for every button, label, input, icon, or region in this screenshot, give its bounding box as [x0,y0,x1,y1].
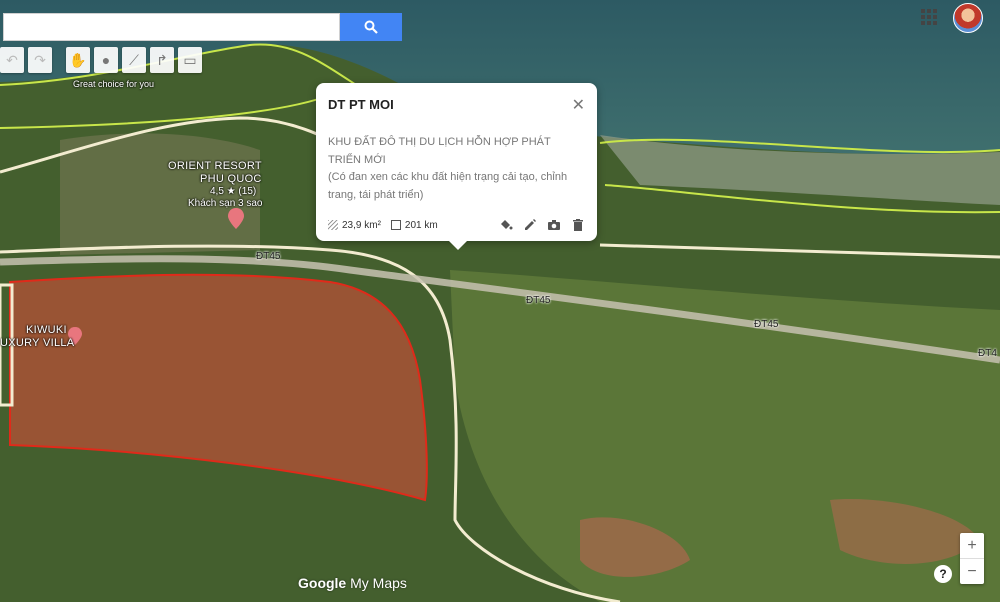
ruler-icon[interactable]: ▭ [178,47,202,73]
length-measurement: 201 km [390,219,438,231]
zoom-control: + − [960,533,984,584]
marker-icon[interactable]: ● [94,47,118,73]
area-icon [328,220,338,230]
poi-kiwuki-name-2[interactable]: UXURY VILLA [0,337,74,349]
slogan-label: Great choice for you [73,79,155,89]
avatar[interactable] [953,3,983,33]
close-icon[interactable]: ✕ [572,95,585,115]
area-measurement: 23,9 km² [328,220,381,231]
zoom-out-button[interactable]: − [960,559,984,584]
directions-icon[interactable]: ↱ [150,47,174,73]
popup-footer: 23,9 km² 201 km [328,218,585,232]
mymaps-logo-text: My Maps [350,575,407,591]
area-value: 23,9 km² [342,219,381,231]
google-mymaps-logo: Google My Maps [298,575,407,591]
road-label: ĐT45 [256,251,281,262]
feature-info-popup: DT PT MOI ✕ KHU ĐẤT ĐÔ THỊ DU LỊCH HỖN H… [316,83,597,250]
edit-pencil-icon[interactable] [523,218,537,232]
popup-actions [499,218,585,232]
poi-orient-rating: 4,5 ★ (15) [210,186,257,197]
draw-line-icon[interactable]: ⟋ [122,47,146,73]
poi-orient-name-2[interactable]: PHU QUOC [200,173,262,185]
google-logo-text: Google [298,575,347,591]
poi-orient-type: Khách sạn 3 sao [188,198,263,209]
poi-kiwuki-name[interactable]: KIWUKI [26,324,67,336]
redo-icon[interactable]: ↷ [28,47,52,73]
length-value: 201 km [404,219,438,231]
paint-bucket-icon[interactable] [499,218,513,232]
undo-icon[interactable]: ↶ [0,47,24,73]
map-toolbar: ↶ ↷ ✋ ● ⟋ ↱ ▭ [0,47,202,75]
perimeter-icon [390,220,401,230]
camera-icon[interactable] [547,218,561,232]
delete-trash-icon[interactable] [571,218,585,232]
road-label: ĐT45 [754,319,779,330]
search-button[interactable] [340,13,402,41]
apps-grid-icon[interactable] [920,8,938,26]
help-button[interactable]: ? [934,565,952,583]
poi-orient-name[interactable]: ORIENT RESORT [168,160,262,172]
popup-title: DT PT MOI [328,97,394,112]
popup-description: KHU ĐẤT ĐÔ THỊ DU LỊCH HỖN HỢP PHÁT TRIỂ… [328,136,568,201]
road-label: ĐT45 [526,295,551,306]
hand-icon[interactable]: ✋ [66,47,90,73]
zoom-in-button[interactable]: + [960,533,984,559]
search-icon [364,20,378,34]
road-label: ĐT4 [978,348,997,359]
search-input[interactable] [3,13,340,41]
